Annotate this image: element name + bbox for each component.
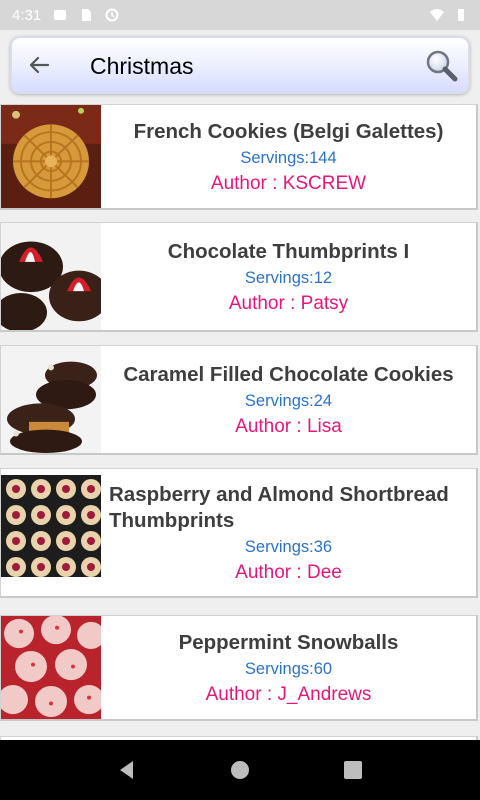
nav-back-icon[interactable] xyxy=(115,758,139,782)
recipe-author: Author : J_Andrews xyxy=(205,683,372,705)
recipe-servings: Servings:144 xyxy=(240,148,337,167)
back-arrow-icon[interactable] xyxy=(24,50,54,80)
recipe-thumbnail xyxy=(1,616,101,719)
recipe-card[interactable]: Raspberry and Almond Shortbread Thumbpri… xyxy=(0,468,478,598)
recipe-servings: Servings:36 xyxy=(244,537,333,556)
status-bar: 4:31 xyxy=(0,0,480,30)
sd-card-icon xyxy=(82,9,92,21)
recipe-thumbnail xyxy=(1,475,101,577)
sync-icon xyxy=(105,8,119,22)
recipe-servings: Servings:12 xyxy=(244,268,333,287)
notification-icon xyxy=(54,10,67,20)
magnifier-icon[interactable] xyxy=(424,48,460,84)
nav-recents-icon[interactable] xyxy=(341,758,365,782)
recipe-card[interactable]: French Cookies (Belgi Galettes) Servings… xyxy=(0,104,478,210)
recipe-servings: Servings:24 xyxy=(244,391,333,410)
recipe-title: French Cookies (Belgi Galettes) xyxy=(133,119,444,143)
search-input[interactable] xyxy=(90,50,410,82)
recipe-card[interactable]: Peppermint Snowballs Servings:60 Author … xyxy=(0,615,478,721)
recipe-author: Author : Patsy xyxy=(228,292,349,314)
recipe-thumbnail xyxy=(1,223,101,330)
wifi-icon xyxy=(430,9,444,21)
recipe-title: Chocolate Thumbprints I xyxy=(167,239,410,263)
recipe-servings: Servings:60 xyxy=(244,659,333,678)
recipe-title: Caramel Filled Chocolate Cookies xyxy=(123,362,454,386)
recipe-thumbnail xyxy=(1,346,101,453)
battery-icon xyxy=(458,9,464,21)
recipe-author: Author : Dee xyxy=(235,561,342,583)
recipe-thumbnail xyxy=(1,105,101,208)
system-nav-bar xyxy=(0,740,480,800)
recipe-author: Author : Lisa xyxy=(235,415,342,437)
recipe-card[interactable]: Chocolate Thumbprints I Servings:12 Auth… xyxy=(0,222,478,332)
status-time: 4:31 xyxy=(12,6,42,24)
nav-home-icon[interactable] xyxy=(228,758,252,782)
recipe-title: Peppermint Snowballs xyxy=(178,630,399,654)
recipe-title: Raspberry and Almond Shortbread Thumbpri… xyxy=(109,482,449,532)
search-bar xyxy=(10,36,470,94)
recipe-card[interactable]: Caramel Filled Chocolate Cookies Serving… xyxy=(0,345,478,455)
recipe-author: Author : KSCREW xyxy=(210,172,367,194)
